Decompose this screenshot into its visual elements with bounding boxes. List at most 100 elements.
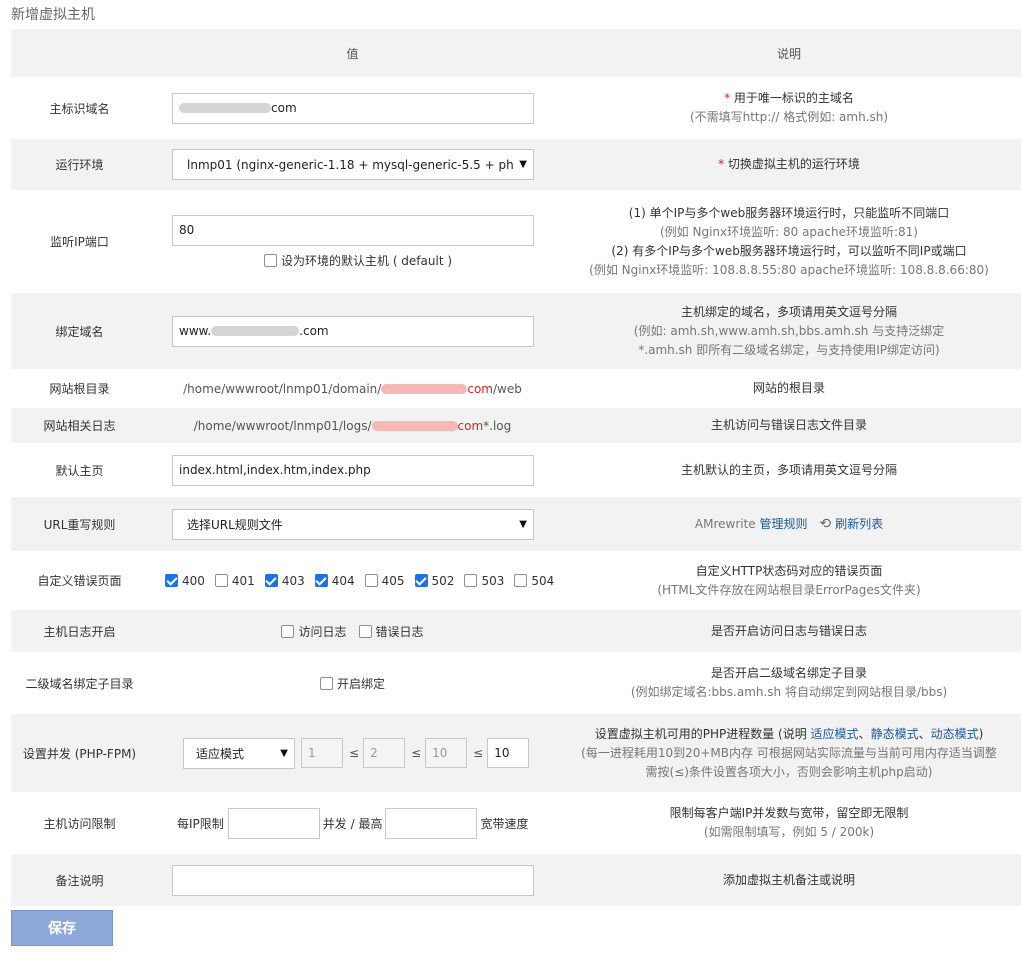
error-code-item[interactable]: 400 — [165, 574, 205, 588]
env-select[interactable]: lnmp01 (nginx-generic-1.18 + mysql-gener… — [172, 149, 534, 180]
env-desc: * 切换虚拟主机的运行环境 — [557, 139, 1021, 190]
error-log-checkbox[interactable] — [358, 624, 372, 638]
error-code-item[interactable]: 504 — [514, 574, 554, 588]
index-input[interactable]: index.html,index.htm,index.php — [172, 454, 534, 486]
error-code-checkbox[interactable] — [514, 574, 528, 587]
row-rewrite: URL重写规则 选择URL规则文件 ▼ AMrewrite 管理规则 ⟲ 刷新列表 — [11, 497, 1021, 551]
error-code-item[interactable]: 502 — [414, 573, 455, 588]
refresh-icon[interactable]: ⟲ — [819, 516, 831, 532]
note-desc: 添加虚拟主机备注或说明 — [557, 854, 1021, 906]
redacted-domain — [179, 103, 271, 113]
note-label: 备注说明 — [11, 854, 148, 906]
redacted-domain — [211, 326, 300, 336]
row-web-root: 网站根目录 /home/wwwroot/lnmp01/domain/com/we… — [11, 369, 1021, 408]
row-port: 监听IP端口 80 设为环境的默认主机 ( default ) (1) 单个IP… — [11, 190, 1021, 293]
note-input[interactable] — [172, 864, 534, 896]
page-title: 新增虚拟主机 — [11, 7, 95, 23]
dropdown-arrow-icon: ▼ — [519, 159, 527, 170]
index-label: 默认主页 — [11, 443, 148, 497]
logs-desc: 主机访问与错误日志文件目录 — [557, 408, 1021, 443]
header-desc: 说明 — [557, 29, 1021, 77]
main-domain-label: 主标识域名 — [11, 77, 148, 139]
bind-domain-desc: 主机绑定的域名，多项请用英文逗号分隔 (例如: amh.sh,www.amh.s… — [557, 293, 1021, 369]
dropdown-arrow-icon: ▼ — [280, 747, 288, 759]
subdomain-bind-checkbox[interactable] — [319, 676, 333, 690]
error-code-checkbox[interactable] — [214, 574, 228, 587]
access-limit-desc: 限制每客户端IP并发数与宽带，留空即无限制 (如需限制填写，例如 5 / 200… — [557, 792, 1021, 854]
fpm-start-input[interactable]: 2 — [363, 738, 406, 768]
logs-path: /home/wwwroot/lnmp01/logs/com*.log — [148, 408, 557, 443]
table-header-row: 值 说明 — [11, 29, 1021, 77]
port-label: 监听IP端口 — [11, 190, 148, 293]
rewrite-select[interactable]: 选择URL规则文件 ▼ — [172, 508, 534, 540]
fpm-min-spare-input[interactable]: 1 — [301, 738, 343, 768]
row-subdomain: 二级域名绑定子目录 开启绑定 是否开启二级域名绑定子目录 (例如绑定域名:bbs… — [11, 652, 1021, 714]
error-pages-desc: 自定义HTTP状态码对应的错误页面 (HTML文件存放在网站根目录ErrorPa… — [557, 551, 1021, 610]
error-code-item[interactable]: 404 — [314, 573, 355, 588]
error-code-checkbox[interactable] — [364, 574, 378, 587]
error-pages-label: 自定义错误页面 — [11, 551, 148, 610]
max-bandwidth-input[interactable] — [385, 807, 478, 839]
adaptive-mode-link[interactable]: 适应模式 — [811, 727, 859, 741]
row-env: 运行环境 lnmp01 (nginx-generic-1.18 + mysql-… — [11, 139, 1021, 190]
error-code-checkbox[interactable] — [264, 574, 278, 587]
row-index: 默认主页 index.html,index.htm,index.php 主机默认… — [11, 443, 1021, 497]
web-root-label: 网站根目录 — [11, 369, 148, 408]
row-logs: 网站相关日志 /home/wwwroot/lnmp01/logs/com*.lo… — [11, 408, 1021, 443]
subdomain-label: 二级域名绑定子目录 — [11, 652, 148, 714]
error-code-checkbox[interactable] — [165, 574, 178, 587]
row-php-fpm: 设置并发 (PHP-FPM) 适应模式 ▼ 1 ≤ 2 ≤ 10 ≤ 10 设置… — [11, 714, 1021, 792]
access-log-checkbox[interactable] — [281, 624, 295, 638]
error-code-label: 401 — [231, 573, 255, 588]
refresh-list-link[interactable]: 刷新列表 — [835, 517, 883, 531]
error-code-label: 403 — [281, 573, 305, 588]
save-button[interactable]: 保存 — [11, 910, 113, 946]
error-code-label: 405 — [381, 573, 405, 588]
rewrite-label: URL重写规则 — [11, 497, 148, 551]
header-value: 值 — [148, 29, 557, 77]
row-note: 备注说明 添加虚拟主机备注或说明 — [11, 854, 1021, 906]
error-code-checkbox[interactable] — [314, 574, 328, 587]
bind-domain-label: 绑定域名 — [11, 293, 148, 369]
per-ip-concurrency-input[interactable] — [227, 807, 320, 839]
env-label: 运行环境 — [11, 139, 148, 190]
bind-domain-input[interactable]: www. .com — [172, 315, 534, 347]
static-mode-link[interactable]: 静态模式 — [871, 727, 919, 741]
error-code-item[interactable]: 503 — [464, 574, 504, 588]
error-code-label: 504 — [531, 573, 555, 588]
port-input[interactable]: 80 — [172, 214, 534, 246]
web-root-desc: 网站的根目录 — [557, 369, 1021, 408]
redacted-domain — [371, 421, 458, 431]
error-code-item[interactable]: 405 — [364, 573, 405, 588]
dynamic-mode-link[interactable]: 动态模式 — [931, 727, 979, 741]
error-code-label: 404 — [331, 573, 355, 588]
host-logs-desc: 是否开启访问日志与错误日志 — [557, 610, 1021, 652]
php-fpm-label: 设置并发 (PHP-FPM) — [11, 714, 148, 792]
main-domain-desc: * 用于唯一标识的主域名 (不需填写http:// 格式例如: amh.sh) — [557, 77, 1021, 139]
fpm-mode-select[interactable]: 适应模式 ▼ — [183, 737, 295, 769]
default-host-checkbox[interactable] — [264, 253, 277, 267]
row-access-limit: 主机访问限制 每IP限制 并发 / 最高 宽带速度 限制每客户端IP并发数与宽带… — [11, 792, 1021, 854]
subdomain-desc: 是否开启二级域名绑定子目录 (例如绑定域名:bbs.amh.sh 将自动绑定到网… — [557, 652, 1021, 714]
dropdown-arrow-icon: ▼ — [519, 518, 527, 530]
access-limit-label: 主机访问限制 — [11, 792, 148, 854]
header-label-col — [11, 29, 148, 77]
error-code-label: 503 — [481, 573, 505, 588]
error-code-label: 400 — [182, 573, 205, 588]
error-code-list: 400 401 403 404 405 502 503 504 — [148, 551, 557, 610]
default-host-label: 设为环境的默认主机 ( default ) — [281, 253, 453, 268]
index-desc: 主机默认的主页，多项请用英文逗号分隔 — [557, 443, 1021, 497]
web-root-path: /home/wwwroot/lnmp01/domain/com/web — [148, 369, 557, 408]
error-code-checkbox[interactable] — [414, 574, 428, 587]
fpm-max-spare-input[interactable]: 10 — [425, 738, 468, 768]
error-code-item[interactable]: 401 — [214, 573, 255, 588]
fpm-max-children-input[interactable]: 10 — [487, 738, 530, 768]
port-desc: (1) 单个IP与多个web服务器环境运行时，只能监听不同端口 (例如 Ngin… — [557, 190, 1021, 293]
main-domain-input[interactable]: com — [172, 92, 534, 124]
row-host-logs: 主机日志开启 访问日志 错误日志 是否开启访问日志与错误日志 — [11, 610, 1021, 652]
error-code-checkbox[interactable] — [464, 574, 478, 587]
error-code-item[interactable]: 403 — [264, 573, 305, 588]
manage-rules-link[interactable]: 管理规则 — [760, 517, 808, 531]
redacted-domain — [381, 384, 468, 394]
error-code-label: 502 — [431, 573, 455, 588]
